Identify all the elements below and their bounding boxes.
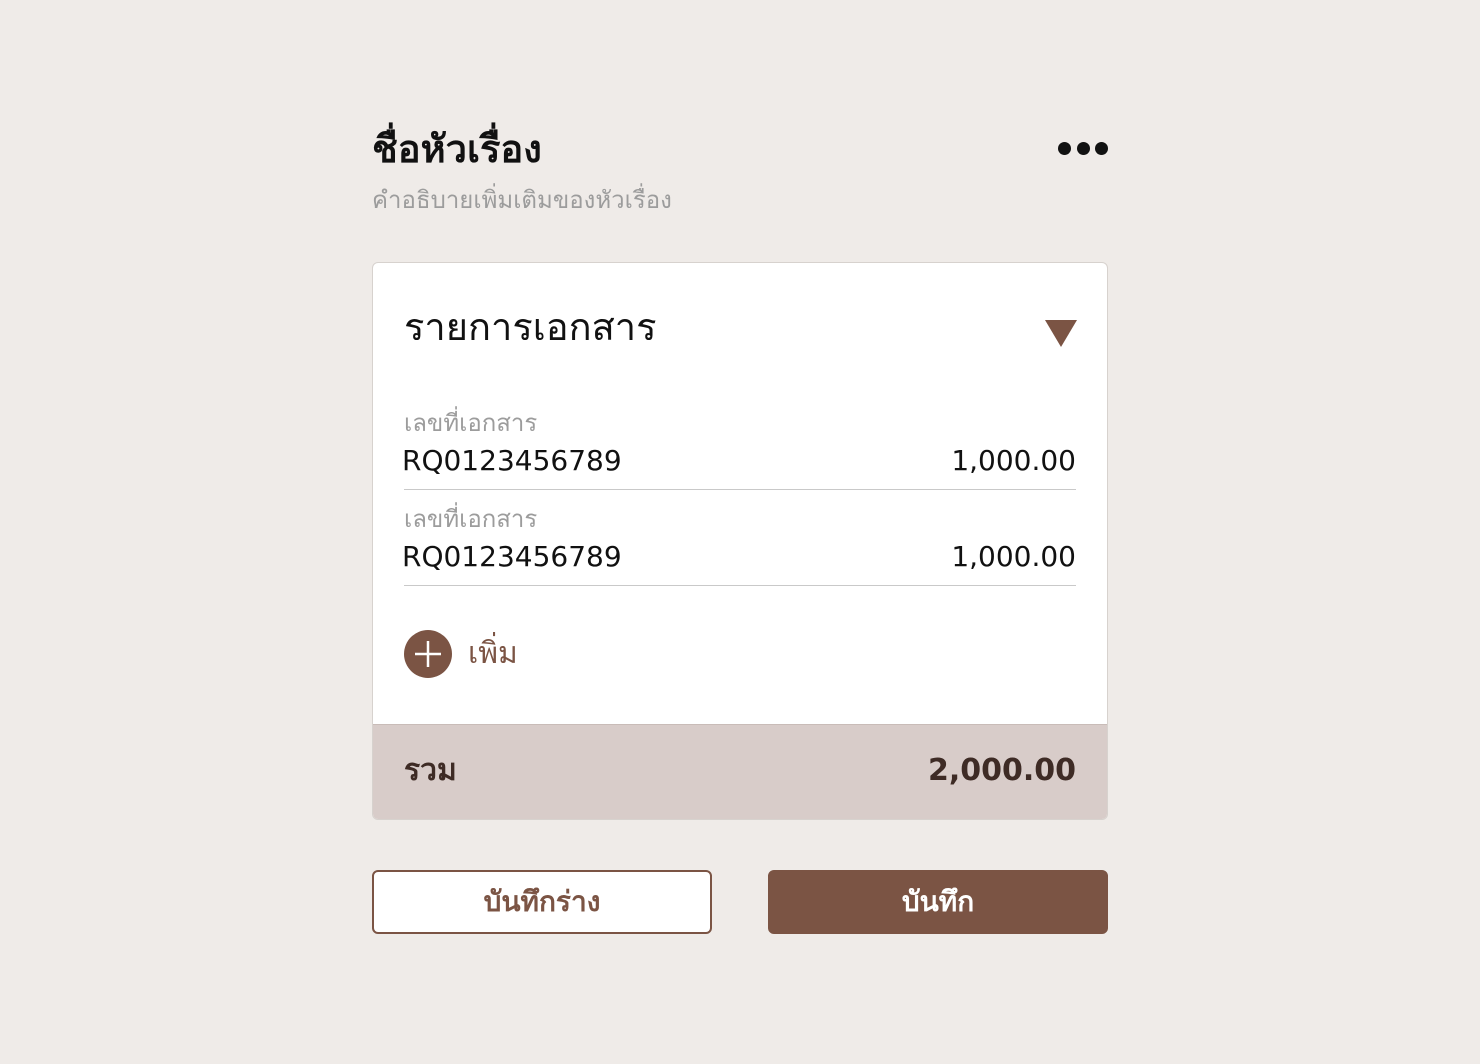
total-label: รวม [404,753,457,788]
more-horizontal-icon-dot [1095,141,1108,155]
document-number: RQ0123456789 [402,444,622,477]
document-number-label: เลขที่เอกสาร [404,409,538,437]
page: ชื่อหัวเรื่อง คำอธิบายเพิ่มเติมของหัวเรื… [0,0,1480,1064]
triangle-down-icon [1045,320,1077,347]
total-amount: 2,000.00 [927,753,1076,788]
document-row[interactable]: เลขที่เอกสาร RQ0123456789 1,000.00 [402,503,1076,586]
page-title: ชื่อหัวเรื่อง [372,127,542,171]
more-horizontal-icon-dot [1076,141,1090,155]
card-title: รายการเอกสาร [404,305,657,349]
add-item-button[interactable]: เพิ่ม [404,629,518,679]
document-list-card: รายการเอกสาร เลขที่เอกสาร RQ0123456789 1… [372,262,1108,820]
document-row[interactable]: เลขที่เอกสาร RQ0123456789 1,000.00 [402,407,1076,490]
add-item-label: เพิ่ม [468,636,518,671]
document-amount: 1,000.00 [951,540,1076,573]
total-bar: รวม 2,000.00 [373,724,1107,819]
page-subtitle: คำอธิบายเพิ่มเติมของหัวเรื่อง [372,186,672,214]
plus-circle-icon [404,630,452,678]
more-options-button[interactable] [1058,138,1108,158]
header: ชื่อหัวเรื่อง คำอธิบายเพิ่มเติมของหัวเรื… [372,118,1108,218]
more-horizontal-icon [1058,141,1071,155]
document-number-label: เลขที่เอกสาร [404,505,538,533]
collapse-toggle-button[interactable] [1045,320,1077,348]
document-number: RQ0123456789 [402,540,622,573]
document-amount: 1,000.00 [951,444,1076,477]
save-button[interactable]: บันทึก [768,870,1108,934]
save-draft-button[interactable]: บันทึกร่าง [372,870,712,934]
